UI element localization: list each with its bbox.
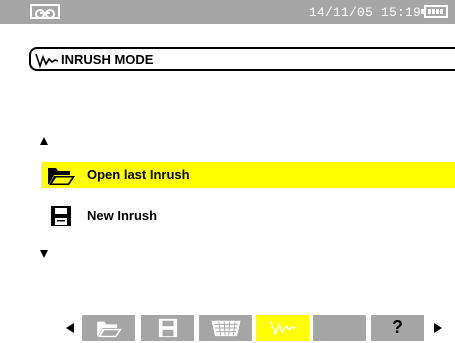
mode-title: INRUSH MODE — [61, 52, 154, 67]
fkey-inrush[interactable] — [256, 315, 309, 341]
status-bar: 14/11/05 15:19 — [0, 0, 455, 24]
trash-basket-icon — [210, 320, 241, 337]
tape-recorder-icon — [30, 4, 60, 19]
datetime-display: 14/11/05 15:19 — [309, 5, 422, 20]
open-folder-icon — [48, 168, 75, 185]
function-key-bar: ? — [0, 315, 455, 341]
menu-item-open-last-inrush[interactable]: Open last Inrush — [41, 162, 455, 188]
open-folder-icon — [96, 321, 122, 338]
floppy-disk-icon — [158, 318, 177, 338]
menu-item-label: Open last Inrush — [87, 167, 190, 182]
menu-item-label: New Inrush — [87, 208, 158, 223]
next-arrow-icon[interactable] — [434, 323, 442, 333]
scroll-down-arrow-icon[interactable] — [40, 250, 48, 258]
previous-arrow-icon[interactable] — [66, 323, 74, 333]
help-icon: ? — [392, 317, 403, 337]
floppy-disk-icon — [51, 206, 71, 226]
fkey-delete[interactable] — [199, 315, 252, 341]
inrush-wave-icon — [35, 53, 59, 69]
battery-icon — [421, 5, 448, 18]
inrush-wave-icon — [269, 321, 296, 336]
fkey-open[interactable] — [82, 315, 135, 341]
fkey-save[interactable] — [141, 315, 194, 341]
fkey-blank[interactable] — [313, 315, 366, 341]
scroll-up-arrow-icon[interactable] — [40, 137, 48, 145]
menu-item-new-inrush[interactable]: New Inrush — [41, 203, 455, 229]
mode-header: INRUSH MODE — [29, 47, 455, 71]
fkey-help[interactable]: ? — [371, 315, 424, 341]
